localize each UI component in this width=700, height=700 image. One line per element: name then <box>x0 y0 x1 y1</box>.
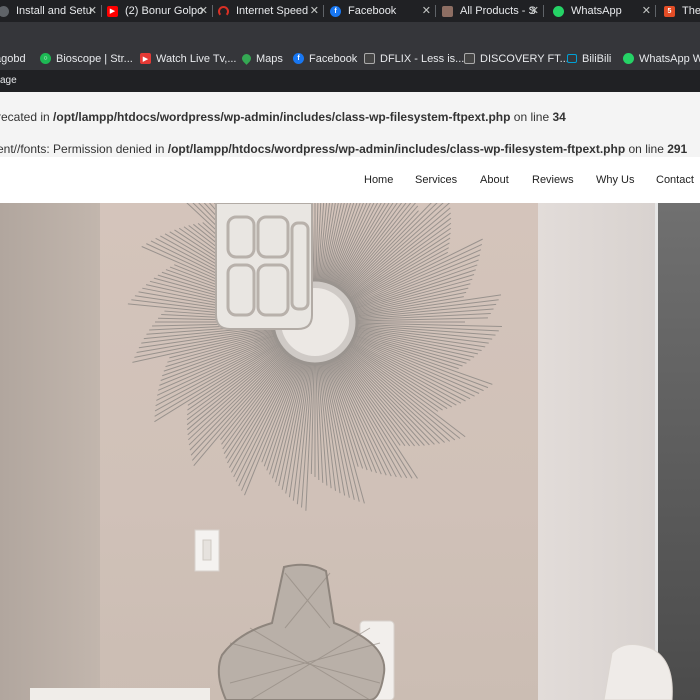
github-icon <box>0 5 9 17</box>
bookmark-label: Watch Live Tv,... <box>156 52 237 65</box>
error-file-path: /opt/lampp/htdocs/wordpress/wp-admin/inc… <box>53 110 511 124</box>
bookmark-bioscope[interactable]: ○ Bioscope | Str... <box>40 47 133 70</box>
facebook-icon: f <box>330 5 341 17</box>
hero-illustration <box>30 203 673 700</box>
bioscope-icon: ○ <box>40 53 51 64</box>
site-header: Home Services About Reviews Why Us Conta… <box>0 157 700 203</box>
tab-strip: Install and Setu ✕ ▶ (2) Bonur Golpo ✕ I… <box>0 0 700 22</box>
error-text: ent//fonts: Permission denied in <box>0 142 168 156</box>
tab-theme[interactable]: 5 Ther <box>664 0 700 22</box>
tab-whatsapp[interactable]: WhatsApp ✕ <box>553 0 656 22</box>
bookmark-label: DISCOVERY FT... <box>480 52 569 65</box>
error-line-number: 291 <box>667 142 688 156</box>
clapper-icon <box>464 53 475 64</box>
close-icon[interactable]: ✕ <box>199 4 208 18</box>
bookmark-label: Facebook <box>309 52 358 65</box>
box-icon <box>442 5 453 17</box>
youtube-icon: ▶ <box>107 5 118 17</box>
close-icon[interactable]: ✕ <box>88 4 97 18</box>
tab-all-products[interactable]: All Products - S ✕ <box>442 0 544 22</box>
bookmark-whatsapp-web[interactable]: WhatsApp W <box>623 47 700 70</box>
nav-about[interactable]: About <box>480 174 509 186</box>
error-text: on line <box>625 142 668 156</box>
maps-icon <box>240 52 253 65</box>
bookmark-bilibili[interactable]: BiliBili <box>567 47 611 70</box>
tab-facebook[interactable]: f Facebook ✕ <box>330 0 436 22</box>
nav-services[interactable]: Services <box>415 174 457 186</box>
close-icon[interactable]: ✕ <box>310 4 319 18</box>
tab-install[interactable]: Install and Setu ✕ <box>0 0 102 22</box>
tab-bonur-golpo[interactable]: ▶ (2) Bonur Golpo ✕ <box>107 0 213 22</box>
error-line-number: 34 <box>552 110 566 124</box>
html-icon: 5 <box>664 5 675 17</box>
bookmark-watch-live-tv[interactable]: ▶ Watch Live Tv,... <box>140 47 237 70</box>
close-icon[interactable]: ✕ <box>422 4 431 18</box>
admin-bar: age <box>0 70 700 92</box>
bookmark-label: Maps <box>256 52 283 65</box>
bilibili-icon <box>567 54 577 63</box>
php-error-notices: recated in /opt/lampp/htdocs/wordpress/w… <box>0 92 700 157</box>
error-text: recated in <box>0 110 54 124</box>
bookmark-discovery[interactable]: DISCOVERY FT... <box>464 47 569 70</box>
tab-title: Ther <box>682 5 700 17</box>
bookmark-label: agobd <box>0 52 26 65</box>
bookmarks-bar: agobd ○ Bioscope | Str... ▶ Watch Live T… <box>0 47 700 70</box>
facebook-icon: f <box>293 53 304 64</box>
bookmark-label: DFLIX - Less is... <box>380 52 465 65</box>
hero-image <box>0 203 700 700</box>
bookmark-label: BiliBili <box>582 52 612 65</box>
close-icon[interactable]: ✕ <box>642 4 651 18</box>
error-line: recated in /opt/lampp/htdocs/wordpress/w… <box>0 110 566 124</box>
admin-bar-text: age <box>0 75 17 86</box>
bookmark-facebook[interactable]: f Facebook <box>293 47 357 70</box>
bookmark-agobd[interactable]: agobd <box>0 47 26 70</box>
tv-icon: ▶ <box>140 53 151 64</box>
bookmark-dflix[interactable]: DFLIX - Less is... <box>364 47 464 70</box>
chair <box>603 643 673 700</box>
clapper-icon <box>364 53 375 64</box>
nav-reviews[interactable]: Reviews <box>532 174 574 186</box>
table-top <box>30 688 210 700</box>
nav-contact[interactable]: Contact <box>656 174 694 186</box>
tab-internet-speed[interactable]: Internet Speed ✕ <box>218 0 324 22</box>
bookmark-label: WhatsApp W <box>639 52 700 65</box>
whatsapp-icon <box>553 5 564 17</box>
sunburst-ray <box>347 222 452 299</box>
speedtest-icon <box>218 5 229 17</box>
address-bar-area <box>0 22 700 47</box>
bookmark-maps[interactable]: Maps <box>240 47 283 70</box>
sunburst-ray <box>329 358 377 474</box>
nav-why-us[interactable]: Why Us <box>596 174 635 186</box>
close-icon[interactable]: ✕ <box>530 4 539 18</box>
whatsapp-icon <box>623 53 634 64</box>
error-line: ent//fonts: Permission denied in /opt/la… <box>0 142 687 156</box>
bookmark-label: Bioscope | Str... <box>56 52 133 65</box>
error-file-path: /opt/lampp/htdocs/wordpress/wp-admin/inc… <box>167 142 626 156</box>
error-text: on line <box>510 110 553 124</box>
nav-home[interactable]: Home <box>364 174 393 186</box>
